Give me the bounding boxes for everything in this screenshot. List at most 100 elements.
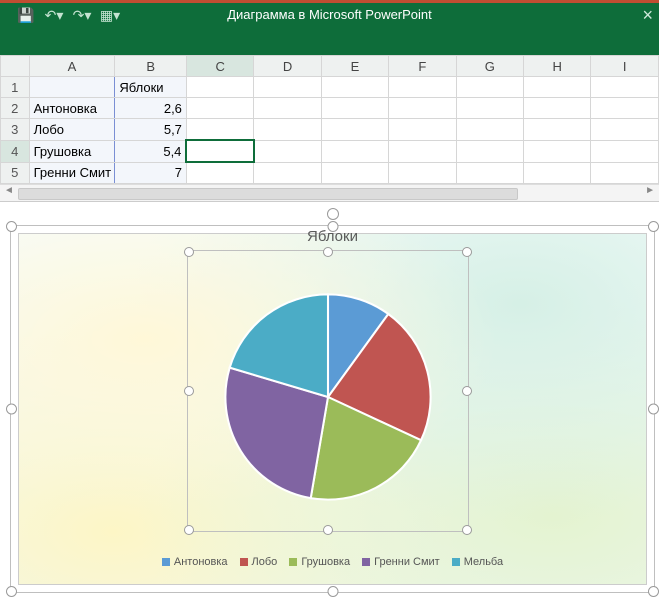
pie-chart[interactable] <box>210 279 446 515</box>
cell[interactable] <box>524 98 591 119</box>
cell[interactable] <box>591 119 659 141</box>
cell[interactable] <box>524 119 591 141</box>
legend-label: Лобо <box>252 556 278 568</box>
resize-handle[interactable] <box>6 404 17 415</box>
cell[interactable] <box>591 140 659 162</box>
legend-label: Грушовка <box>301 556 350 568</box>
cell[interactable]: Грушовка <box>29 140 115 162</box>
resize-handle[interactable] <box>462 247 472 257</box>
row-header[interactable]: 5 <box>1 162 30 184</box>
plot-area-selection[interactable] <box>187 250 469 532</box>
cell[interactable] <box>524 77 591 98</box>
resize-handle[interactable] <box>462 525 472 535</box>
cell[interactable] <box>524 140 591 162</box>
cell[interactable] <box>456 162 523 184</box>
spreadsheet[interactable]: A B C D E F G H I 1 Яблоки 2 Антоновка 2… <box>0 55 659 202</box>
cell[interactable] <box>389 77 456 98</box>
cell[interactable] <box>186 77 253 98</box>
resize-handle[interactable] <box>184 247 194 257</box>
row-header[interactable]: 4 <box>1 140 30 162</box>
cell[interactable] <box>186 162 253 184</box>
cell[interactable]: 5,7 <box>115 119 187 141</box>
cell[interactable] <box>254 98 321 119</box>
cell[interactable] <box>456 140 523 162</box>
cell[interactable] <box>186 119 253 141</box>
cell[interactable] <box>524 162 591 184</box>
row-header[interactable]: 2 <box>1 98 30 119</box>
cell[interactable] <box>321 98 388 119</box>
cell[interactable] <box>591 77 659 98</box>
legend-item[interactable]: Гренни Смит <box>362 556 440 568</box>
cell[interactable] <box>389 98 456 119</box>
resize-handle[interactable] <box>648 404 659 415</box>
column-headers[interactable]: A B C D E F G H I <box>1 56 659 77</box>
cell[interactable] <box>186 98 253 119</box>
scroll-thumb[interactable] <box>18 188 518 200</box>
cell[interactable] <box>321 140 388 162</box>
cell[interactable]: Гренни Смит <box>29 162 115 184</box>
resize-handle[interactable] <box>462 386 472 396</box>
legend-item[interactable]: Мельба <box>452 556 503 568</box>
cell[interactable]: 7 <box>115 162 187 184</box>
resize-handle[interactable] <box>6 221 17 232</box>
col-header[interactable]: H <box>524 56 591 77</box>
col-header[interactable]: E <box>321 56 388 77</box>
cell[interactable] <box>591 162 659 184</box>
legend-item[interactable]: Лобо <box>240 556 278 568</box>
cell[interactable] <box>456 98 523 119</box>
cell[interactable] <box>254 162 321 184</box>
col-header[interactable]: B <box>115 56 187 77</box>
col-header[interactable]: A <box>29 56 115 77</box>
table-row[interactable]: 3 Лобо 5,7 <box>1 119 659 141</box>
col-header[interactable]: D <box>254 56 321 77</box>
cell[interactable] <box>254 119 321 141</box>
cell[interactable]: Яблоки <box>115 77 187 98</box>
resize-handle[interactable] <box>327 586 338 597</box>
resize-handle[interactable] <box>323 247 333 257</box>
cell[interactable] <box>254 140 321 162</box>
resize-handle[interactable] <box>184 386 194 396</box>
cell[interactable] <box>389 140 456 162</box>
col-header[interactable]: G <box>456 56 523 77</box>
cell[interactable] <box>321 162 388 184</box>
col-header[interactable]: C <box>186 56 253 77</box>
table-row[interactable]: 1 Яблоки <box>1 77 659 98</box>
table-row[interactable]: 5 Гренни Смит 7 <box>1 162 659 184</box>
cell[interactable] <box>389 162 456 184</box>
row-header[interactable]: 3 <box>1 119 30 141</box>
cell[interactable] <box>29 77 115 98</box>
chart-legend[interactable]: Антоновка Лобо Грушовка Гренни Смит Мель… <box>11 556 654 568</box>
row-header[interactable]: 1 <box>1 77 30 98</box>
cell[interactable] <box>321 77 388 98</box>
resize-handle[interactable] <box>648 586 659 597</box>
legend-item[interactable]: Грушовка <box>289 556 350 568</box>
grid[interactable]: A B C D E F G H I 1 Яблоки 2 Антоновка 2… <box>0 55 659 184</box>
cell[interactable] <box>389 119 456 141</box>
chart-object-selection[interactable]: Яблоки Антоновка Лобо Грушовка Гренни См… <box>10 225 655 593</box>
legend-item[interactable]: Антоновка <box>162 556 228 568</box>
rotate-handle-icon[interactable] <box>327 208 339 220</box>
resize-handle[interactable] <box>327 221 338 232</box>
table-row[interactable]: 4 Грушовка 5,4 <box>1 140 659 162</box>
cell[interactable]: Антоновка <box>29 98 115 119</box>
resize-handle[interactable] <box>323 525 333 535</box>
col-header[interactable]: I <box>591 56 659 77</box>
select-all-corner[interactable] <box>1 56 30 77</box>
table-row[interactable]: 2 Антоновка 2,6 <box>1 98 659 119</box>
cell[interactable] <box>456 119 523 141</box>
active-cell[interactable] <box>186 140 253 162</box>
resize-handle[interactable] <box>648 221 659 232</box>
horizontal-scrollbar[interactable] <box>0 184 659 201</box>
cell[interactable]: 2,6 <box>115 98 187 119</box>
resize-handle[interactable] <box>184 525 194 535</box>
resize-handle[interactable] <box>6 586 17 597</box>
cell[interactable] <box>456 77 523 98</box>
legend-label: Антоновка <box>174 556 228 568</box>
col-header[interactable]: F <box>389 56 456 77</box>
cell[interactable]: Лобо <box>29 119 115 141</box>
cell[interactable] <box>591 98 659 119</box>
cell[interactable] <box>321 119 388 141</box>
cell[interactable] <box>254 77 321 98</box>
cell[interactable]: 5,4 <box>115 140 187 162</box>
close-icon[interactable]: × <box>642 5 653 26</box>
